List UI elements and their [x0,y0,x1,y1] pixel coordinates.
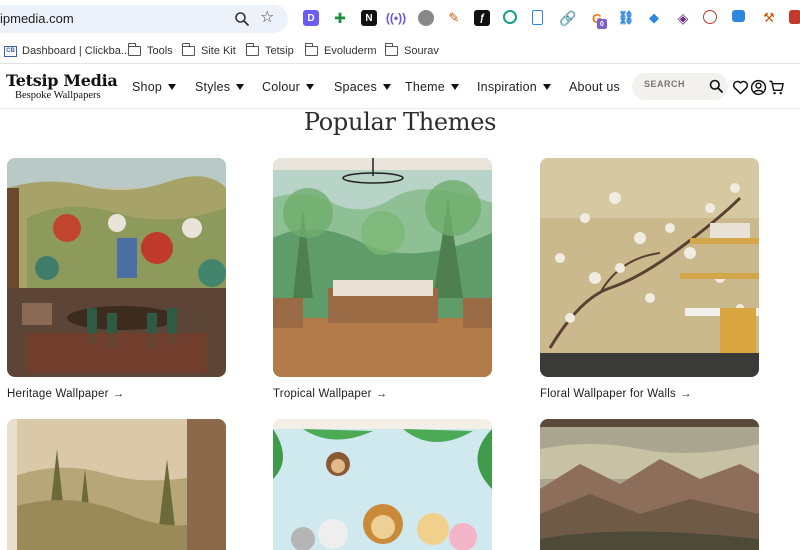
arrow-right-icon: → [680,388,692,400]
extension-link-icon[interactable]: 🔗 [559,10,576,26]
caret-down-icon [236,84,245,90]
bookmark-label: Tetsip [265,45,294,57]
arrow-right-icon: → [112,388,125,400]
heritage-wallpaper-image[interactable] [7,158,226,377]
nav-label: Spaces [334,80,377,94]
theme-link-floral[interactable]: Floral Wallpaper for Walls → [540,388,692,400]
bookmarks-bar: CB Dashboard | Clickba... Tools Site Kit… [0,38,800,64]
tropical-wallpaper-image[interactable] [273,158,492,377]
browser-toolbar: ipmedia.com ☆ D ✚ N ((•)) ✎ ƒ 🔗 G 0 ⛓ ◆ … [0,0,800,38]
search-icon[interactable] [709,79,723,93]
caret-down-icon [542,84,551,90]
section-title: Popular Themes [303,108,497,136]
clickbank-icon: CB [4,45,17,57]
folder-icon [245,43,259,56]
site-search[interactable] [632,73,728,100]
caret-down-icon [168,84,176,90]
bookmark-dashboard[interactable]: CB Dashboard | Clickba... [4,42,130,60]
bookmark-folder-tools[interactable]: Tools [127,42,173,60]
nav-label: Colour [262,80,301,94]
bookmark-folder-sourav[interactable]: Sourav [384,42,439,60]
bookmark-label: Sourav [404,45,439,57]
landscape-wallpaper-image[interactable] [7,419,226,550]
extension-circle-icon[interactable] [418,10,434,26]
nav-styles[interactable]: Styles [195,80,245,94]
nav-theme[interactable]: Theme [405,80,459,94]
extension-chain-icon[interactable]: ⛓ [618,10,635,26]
theme-label: Floral Wallpaper for Walls [540,388,676,400]
arrow-right-icon: → [375,388,388,400]
extension-blue-icon[interactable] [732,10,745,22]
bookmark-folder-tetsip[interactable]: Tetsip [245,42,294,60]
address-bar[interactable]: ipmedia.com ☆ [0,5,288,33]
nav-shop[interactable]: Shop [132,80,176,94]
site-search-input[interactable] [644,79,704,89]
url-text[interactable]: ipmedia.com [0,11,74,26]
nav-label: Styles [195,80,231,94]
nav-inspiration[interactable]: Inspiration [477,80,551,94]
folder-icon [127,43,141,56]
extension-wave-icon[interactable]: ((•)) [386,10,406,26]
theme-link-tropical[interactable]: Tropical Wallpaper → [273,388,387,400]
kids-wallpaper-image[interactable] [273,419,492,550]
folder-icon [181,43,195,56]
bookmark-label: Tools [147,45,173,57]
extension-red-icon[interactable] [789,10,800,24]
bookmark-label: Dashboard | Clickba... [22,45,131,57]
extension-badge: 0 [597,19,607,29]
floral-wallpaper-image[interactable] [540,158,759,377]
folder-icon [304,43,318,56]
extension-fx-icon[interactable]: ƒ [474,10,490,26]
brand-tagline: Bespoke Wallpapers [15,90,101,101]
brand-name: Tetsip Media [6,71,118,90]
nav-about-us[interactable]: About us [569,80,620,94]
extension-diamond-icon[interactable]: ◈ [675,10,691,26]
extension-pen-icon[interactable]: ✎ [446,10,462,26]
extension-tool-icon[interactable]: ⚒ [761,10,777,26]
extension-clock-icon[interactable] [703,10,717,24]
theme-label: Heritage Wallpaper [7,388,109,400]
theme-label: Tropical Wallpaper [273,388,372,400]
search-icon[interactable] [234,11,250,27]
site-header: Tetsip Media Bespoke Wallpapers Shop Sty… [0,65,800,109]
wishlist-heart-icon[interactable] [732,79,749,96]
extension-d-icon[interactable]: D [303,10,319,26]
mountain-wallpaper-image[interactable] [540,419,759,550]
bookmark-label: Evoluderm [324,45,377,57]
extension-ring-icon[interactable] [503,10,517,24]
extension-plus-icon[interactable]: ✚ [332,10,348,26]
notion-icon[interactable]: N [361,10,377,26]
extension-tag-icon[interactable]: ◆ [646,10,662,26]
nav-label: Inspiration [477,80,537,94]
extension-doc-icon[interactable] [532,10,543,25]
account-user-icon[interactable] [750,79,767,96]
bookmark-folder-evoluderm[interactable]: Evoluderm [304,42,377,60]
folder-icon [384,43,398,56]
nav-label: Theme [405,80,445,94]
caret-down-icon [450,84,459,90]
nav-label: About us [569,80,620,94]
cart-icon[interactable] [768,79,785,96]
bookmark-star-icon[interactable]: ☆ [260,9,274,27]
bookmark-folder-site-kit[interactable]: Site Kit [181,42,236,60]
bookmark-label: Site Kit [201,45,236,57]
caret-down-icon [306,84,315,90]
theme-link-heritage[interactable]: Heritage Wallpaper → [7,388,124,400]
nav-spaces[interactable]: Spaces [334,80,391,94]
nav-label: Shop [132,80,162,94]
site-logo[interactable]: Tetsip Media Bespoke Wallpapers [6,71,118,101]
caret-down-icon [382,84,391,90]
nav-colour[interactable]: Colour [262,80,315,94]
